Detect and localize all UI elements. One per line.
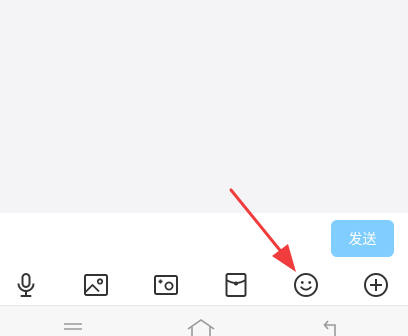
emoji-icon	[294, 273, 318, 297]
send-button[interactable]: 发送	[331, 220, 394, 257]
message-input[interactable]	[0, 213, 322, 263]
red-envelope-button[interactable]	[219, 268, 253, 302]
more-button[interactable]	[359, 268, 393, 302]
input-toolbar	[0, 268, 408, 302]
back-nav-button[interactable]	[309, 318, 349, 336]
image-icon	[84, 274, 108, 296]
image-button[interactable]	[79, 268, 113, 302]
plus-circle-icon	[364, 273, 388, 297]
system-nav-bar	[0, 305, 408, 336]
back-icon	[323, 320, 336, 336]
home-icon	[187, 319, 215, 336]
microphone-button[interactable]	[9, 268, 43, 302]
microphone-icon	[17, 273, 35, 297]
menu-nav-button[interactable]	[53, 318, 93, 336]
emoji-button[interactable]	[289, 268, 323, 302]
camera-button[interactable]	[149, 268, 183, 302]
menu-icon	[64, 323, 82, 330]
chat-screen: 发送	[0, 0, 408, 336]
home-nav-button[interactable]	[181, 318, 221, 336]
camera-icon	[154, 275, 178, 295]
message-area	[0, 0, 408, 213]
red-envelope-icon	[225, 273, 247, 297]
